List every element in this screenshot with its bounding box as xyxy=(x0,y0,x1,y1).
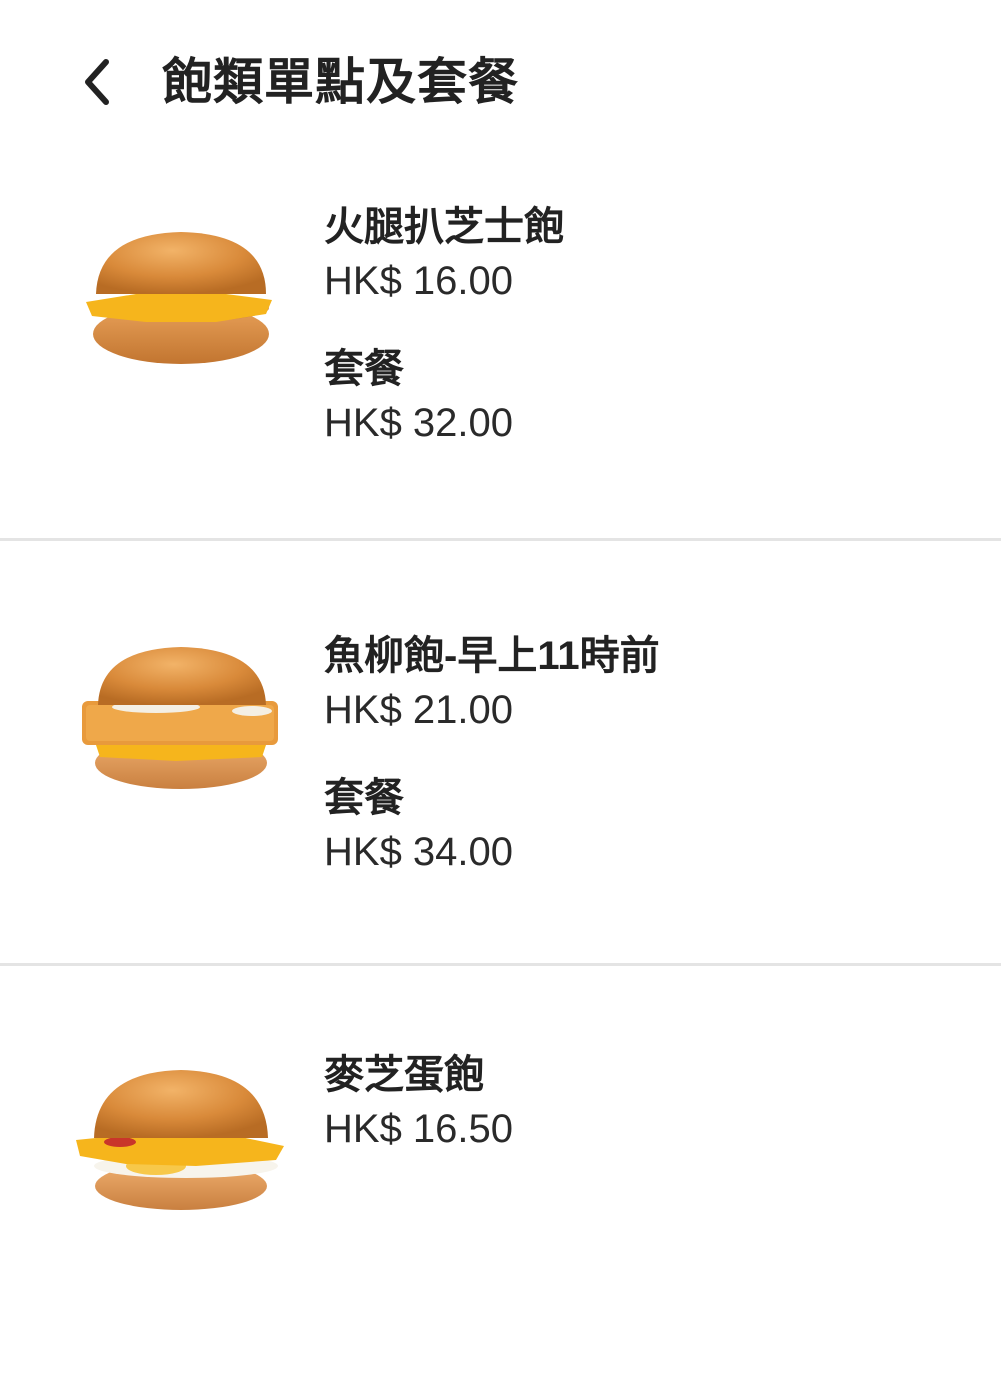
item-name: 麥芝蛋飽 xyxy=(324,1053,484,1097)
item-name: 魚柳飽-早上11時前 xyxy=(324,634,660,678)
item-name: 火腿扒芝士飽 xyxy=(324,205,564,249)
combo-price: HK$ 34.00 xyxy=(324,830,514,874)
menu-list: 火腿扒芝士飽 HK$ 16.00 套餐 HK$ 32.00 魚柳飽-早上11時前… xyxy=(0,116,1001,1388)
item-price: HK$ 21.00 xyxy=(324,688,514,732)
item-text: 火腿扒芝士飽 HK$ 16.00 套餐 HK$ 32.00 xyxy=(324,202,564,448)
menu-item-egg-cheese-burger[interactable]: 麥芝蛋飽 HK$ 16.50 xyxy=(0,966,1001,1388)
combo-label: 套餐 xyxy=(324,347,404,391)
egg-cheese-burger-image xyxy=(76,1070,284,1210)
menu-item-filet-o-fish[interactable]: 魚柳飽-早上11時前 HK$ 21.00 套餐 HK$ 34.00 xyxy=(0,541,1001,966)
item-price: HK$ 16.00 xyxy=(324,259,514,303)
item-text: 魚柳飽-早上11時前 HK$ 21.00 套餐 HK$ 34.00 xyxy=(324,631,660,877)
chevron-left-icon xyxy=(85,59,109,105)
page-title: 飽類單點及套餐 xyxy=(162,54,519,110)
menu-item-ham-cheese-burger[interactable]: 火腿扒芝士飽 HK$ 16.00 套餐 HK$ 32.00 xyxy=(0,116,1001,541)
filet-o-fish-image xyxy=(82,647,278,789)
item-text: 麥芝蛋飽 HK$ 16.50 xyxy=(324,1050,513,1154)
item-price: HK$ 16.50 xyxy=(324,1107,514,1151)
ham-cheese-burger-image xyxy=(86,232,272,364)
combo-label: 套餐 xyxy=(324,776,404,820)
combo-price: HK$ 32.00 xyxy=(324,401,514,445)
back-button[interactable] xyxy=(66,50,126,114)
